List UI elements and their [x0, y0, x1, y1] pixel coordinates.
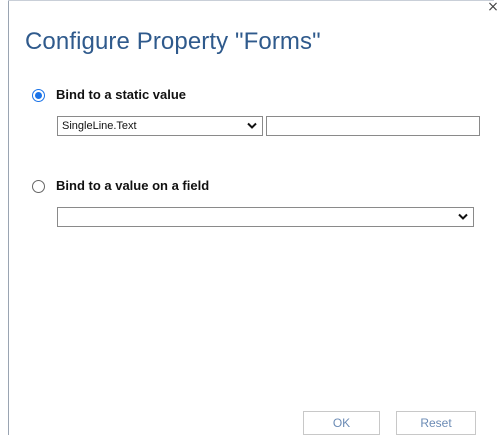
dialog-border-left [8, 0, 9, 435]
field-select[interactable] [57, 207, 474, 227]
static-value-input[interactable] [266, 116, 480, 136]
field-value-label[interactable]: Bind to a value on a field [56, 178, 209, 193]
chevron-down-icon [247, 122, 257, 129]
chevron-down-icon [458, 213, 468, 220]
static-value-radio[interactable] [32, 89, 45, 102]
configure-property-dialog: × Configure Property "Forms" Bind to a s… [0, 0, 500, 435]
ok-button[interactable]: OK [303, 411, 380, 435]
static-type-select[interactable]: SingleLine.Text [57, 116, 263, 136]
static-value-label[interactable]: Bind to a static value [56, 87, 186, 102]
close-icon[interactable]: × [486, 0, 500, 14]
reset-button[interactable]: Reset [396, 411, 476, 435]
static-type-select-value: SingleLine.Text [62, 120, 137, 132]
dialog-border-top [8, 0, 494, 1]
dialog-title: Configure Property "Forms" [25, 28, 321, 55]
field-value-radio[interactable] [32, 180, 45, 193]
